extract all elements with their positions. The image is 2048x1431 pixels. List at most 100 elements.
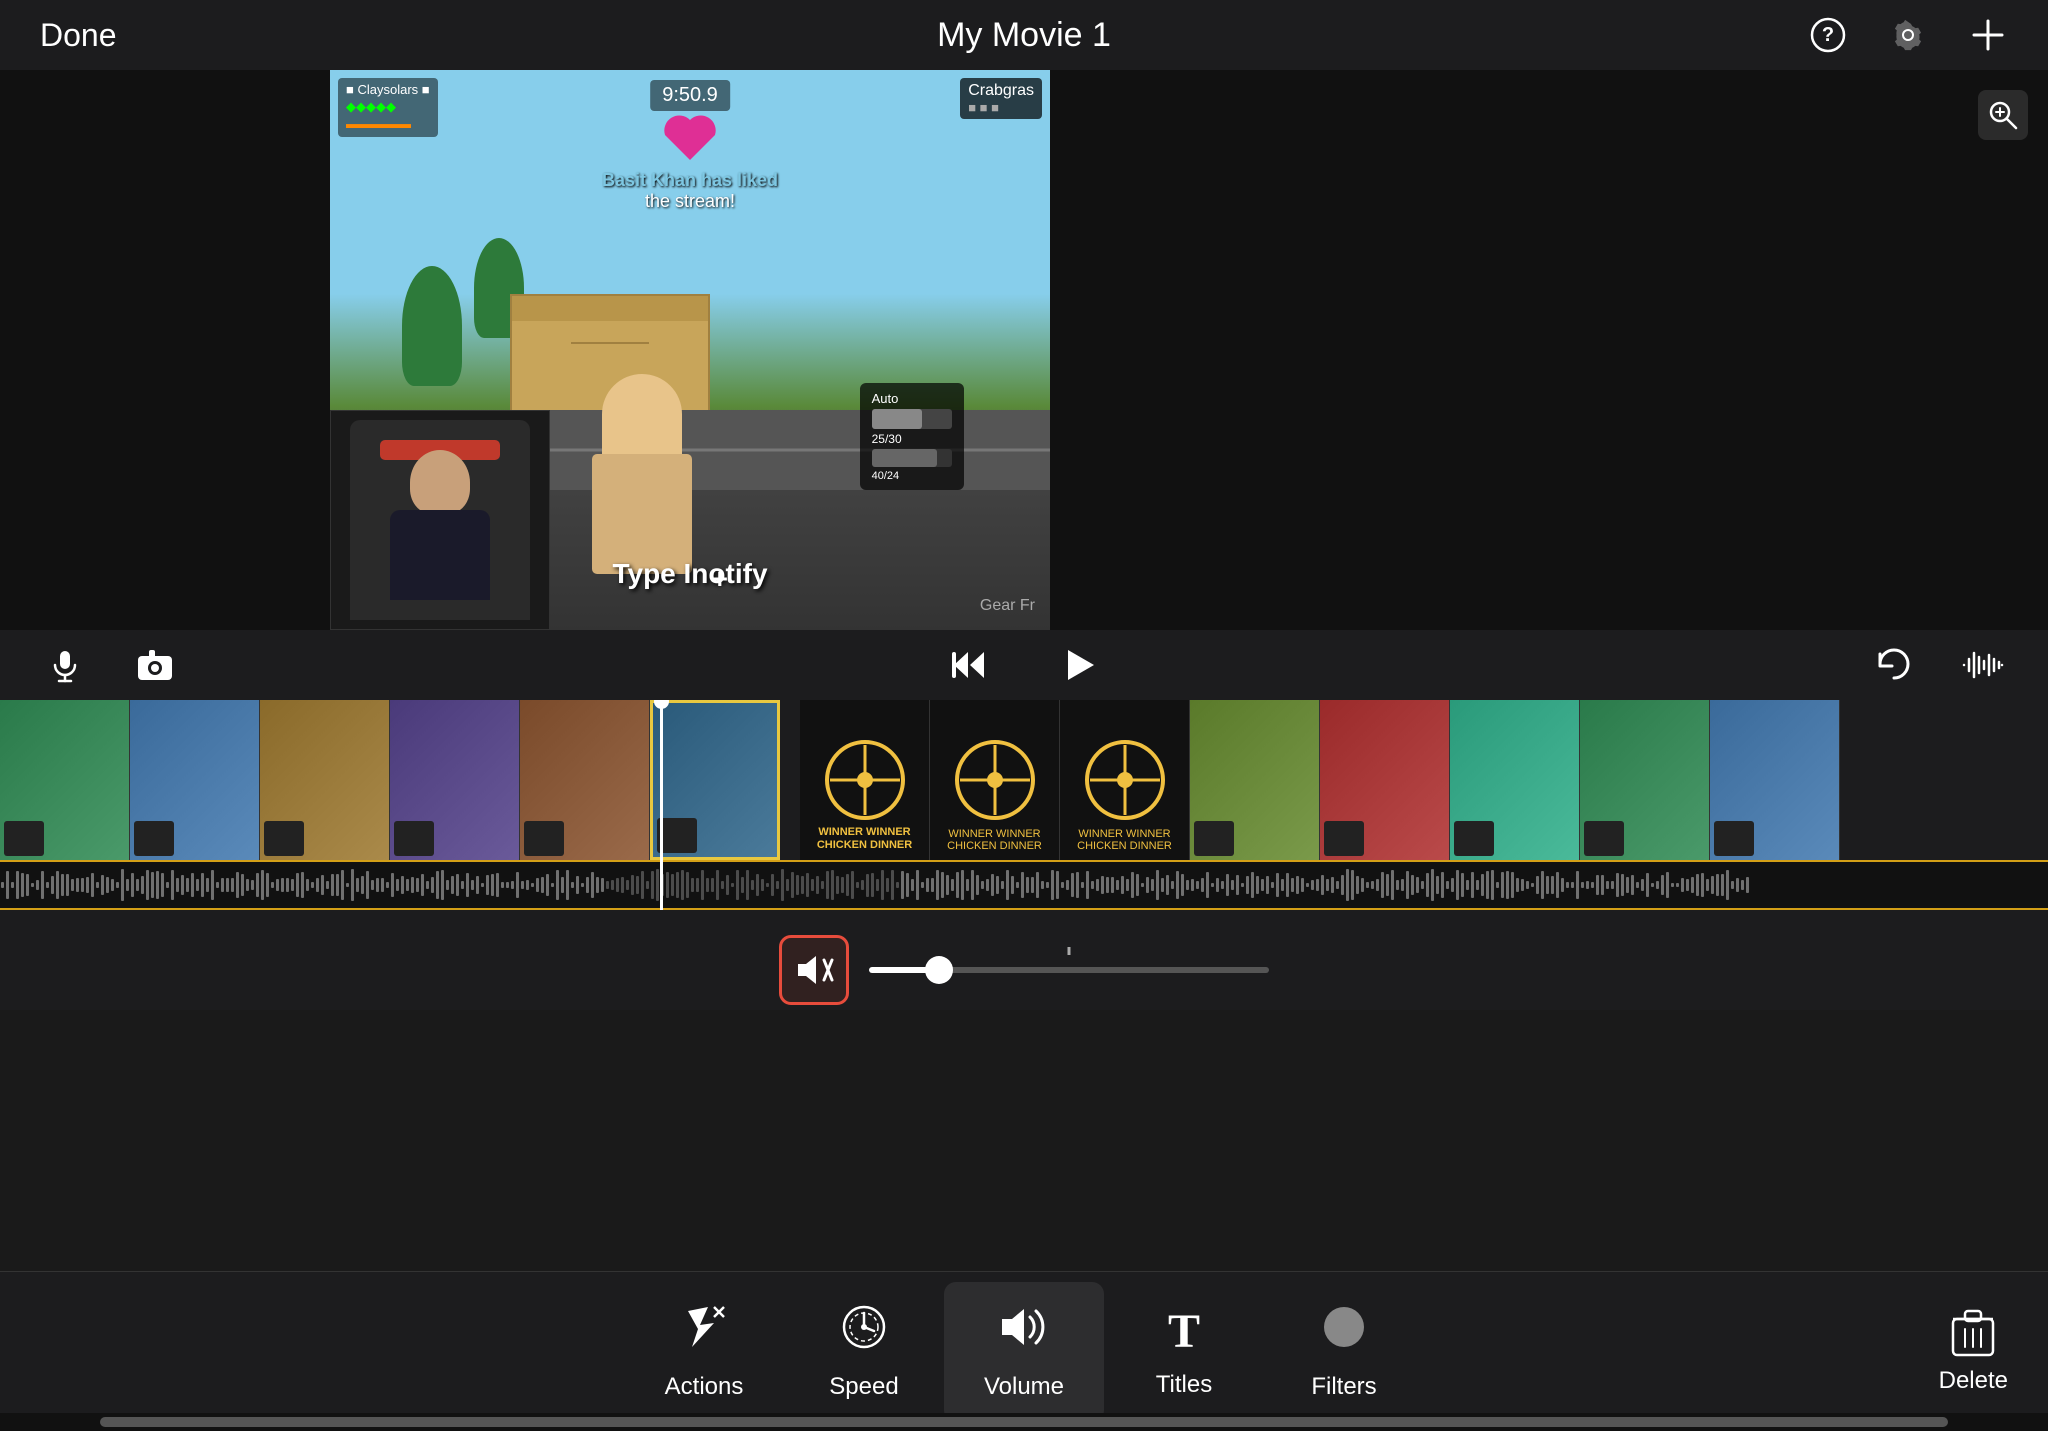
player-character xyxy=(582,374,702,574)
game-action-text: Type Inotify xyxy=(612,558,767,590)
timeline[interactable]: WINNER WINNER CHICKEN DINNER xyxy=(0,700,2048,930)
streamer-cam xyxy=(330,410,550,630)
clip-cam-11 xyxy=(1324,821,1364,856)
camera-button[interactable] xyxy=(130,640,180,690)
clip-overlay-2 xyxy=(130,700,259,860)
scrollbar-thumb xyxy=(100,1417,1948,1427)
winner-text-2: WINNER WINNER CHICKEN DINNER xyxy=(930,828,1059,852)
controls-left xyxy=(40,640,180,690)
settings-button[interactable] xyxy=(1888,15,1928,55)
timeline-clip-4[interactable] xyxy=(390,700,520,860)
controls-center xyxy=(944,640,1104,690)
game-timer: 9:50.9 xyxy=(650,80,730,111)
delete-label: Delete xyxy=(1939,1367,2008,1395)
gear-watermark: Gear Fr xyxy=(980,597,1035,615)
clip-overlay-5 xyxy=(520,700,649,860)
clip-overlay-1 xyxy=(0,700,129,860)
timeline-clip-14[interactable] xyxy=(1710,700,1840,860)
corner-label: Crabgras xyxy=(968,82,1034,100)
volume-button[interactable]: Volume xyxy=(944,1282,1104,1422)
zoom-button[interactable] xyxy=(1978,90,2028,140)
waveform xyxy=(0,862,2048,908)
top-right-corner: Crabgras ■ ■ ■ xyxy=(960,78,1042,119)
preview-video: ■ Claysolars ■ ◆◆◆◆◆ ▬▬▬▬▬ 9:50.9 Basit … xyxy=(330,70,1050,630)
notification-text2: the stream! xyxy=(602,191,778,212)
microphone-button[interactable] xyxy=(40,640,90,690)
titles-button[interactable]: T Titles xyxy=(1104,1282,1264,1422)
timeline-clip-winner-3[interactable]: WINNER WINNER CHICKEN DINNER xyxy=(1060,700,1190,860)
clip-overlay-3 xyxy=(260,700,389,860)
clip-overlay-13 xyxy=(1580,700,1709,860)
speed-icon xyxy=(840,1303,888,1361)
titles-label: Titles xyxy=(1156,1371,1212,1399)
bottom-scrollbar[interactable] xyxy=(0,1413,2048,1431)
volume-label: Volume xyxy=(984,1373,1064,1401)
streamer-silhouette xyxy=(350,420,530,620)
play-button[interactable] xyxy=(1054,640,1104,690)
tree-decoration xyxy=(402,266,462,386)
scoreboard: ■ Claysolars ■ ◆◆◆◆◆ ▬▬▬▬▬ xyxy=(338,78,438,137)
undo-button[interactable] xyxy=(1868,640,1918,690)
actions-label: Actions xyxy=(665,1373,744,1401)
clip-overlay-10 xyxy=(1190,700,1319,860)
clip-cam-12 xyxy=(1454,821,1494,856)
controls-right xyxy=(1868,640,2008,690)
speed-label: Speed xyxy=(829,1373,898,1401)
timeline-clip-10[interactable] xyxy=(1190,700,1320,860)
winner-text-1: WINNER WINNER CHICKEN DINNER xyxy=(800,826,929,852)
timeline-clip-12[interactable] xyxy=(1450,700,1580,860)
clip-overlay-12 xyxy=(1450,700,1579,860)
actions-icon xyxy=(680,1303,728,1361)
notification-text: has liked xyxy=(701,170,778,190)
help-button[interactable]: ? xyxy=(1808,15,1848,55)
clip-gap xyxy=(780,700,800,860)
filters-icon xyxy=(1320,1303,1368,1361)
skip-back-button[interactable] xyxy=(944,640,994,690)
svg-text:?: ? xyxy=(1822,24,1834,46)
volume-icon xyxy=(998,1303,1050,1361)
timeline-clip-5[interactable] xyxy=(520,700,650,860)
clip-cam-2 xyxy=(134,821,174,856)
clip-cam-6 xyxy=(657,818,697,853)
delete-button[interactable]: Delete xyxy=(1939,1309,2008,1395)
clip-overlay-6 xyxy=(653,703,777,857)
add-button[interactable] xyxy=(1968,15,2008,55)
header-icons: ? xyxy=(1808,15,2008,55)
timeline-clip-winner-2[interactable]: WINNER WINNER CHICKEN DINNER xyxy=(930,700,1060,860)
filters-label: Filters xyxy=(1311,1373,1376,1401)
actions-button[interactable]: Actions xyxy=(624,1282,784,1422)
clip-overlay-11 xyxy=(1320,700,1449,860)
clip-cam-13 xyxy=(1584,821,1624,856)
waveform-button[interactable] xyxy=(1958,640,2008,690)
winner-text-3: WINNER WINNER CHICKEN DINNER xyxy=(1060,828,1189,852)
timeline-clip-1[interactable] xyxy=(0,700,130,860)
clip-cam-1 xyxy=(4,821,44,856)
header: Done My Movie 1 ? xyxy=(0,0,2048,70)
clip-overlay-14 xyxy=(1710,700,1839,860)
timeline-clip-winner-1[interactable]: WINNER WINNER CHICKEN DINNER xyxy=(800,700,930,860)
notification-user: Basit Khan xyxy=(602,170,696,190)
speed-button[interactable]: Speed xyxy=(784,1282,944,1422)
preview-area: ■ Claysolars ■ ◆◆◆◆◆ ▬▬▬▬▬ 9:50.9 Basit … xyxy=(0,70,2048,630)
timeline-track: WINNER WINNER CHICKEN DINNER xyxy=(0,700,2048,860)
timeline-clip-3[interactable] xyxy=(260,700,390,860)
timeline-clip-2[interactable] xyxy=(130,700,260,860)
weapon-hud: Auto 25/30 40/24 xyxy=(860,383,964,490)
titles-icon: T xyxy=(1168,1304,1200,1359)
playhead[interactable] xyxy=(660,700,663,910)
mute-button[interactable] xyxy=(779,935,849,1005)
preview-left-panel xyxy=(0,70,330,630)
preview-right-panel xyxy=(1050,70,2048,630)
timeline-clip-6-active[interactable] xyxy=(650,700,780,860)
plus-icon: + xyxy=(712,563,728,595)
done-button[interactable]: Done xyxy=(40,17,117,54)
controls-bar xyxy=(0,630,2048,700)
timeline-clip-13[interactable] xyxy=(1580,700,1710,860)
volume-area xyxy=(0,930,2048,1010)
volume-slider-container xyxy=(869,967,1269,973)
volume-slider[interactable] xyxy=(869,967,1269,973)
clip-cam-5 xyxy=(524,821,564,856)
timeline-clip-11[interactable] xyxy=(1320,700,1450,860)
audio-track[interactable] xyxy=(0,860,2048,910)
filters-button[interactable]: Filters xyxy=(1264,1282,1424,1422)
